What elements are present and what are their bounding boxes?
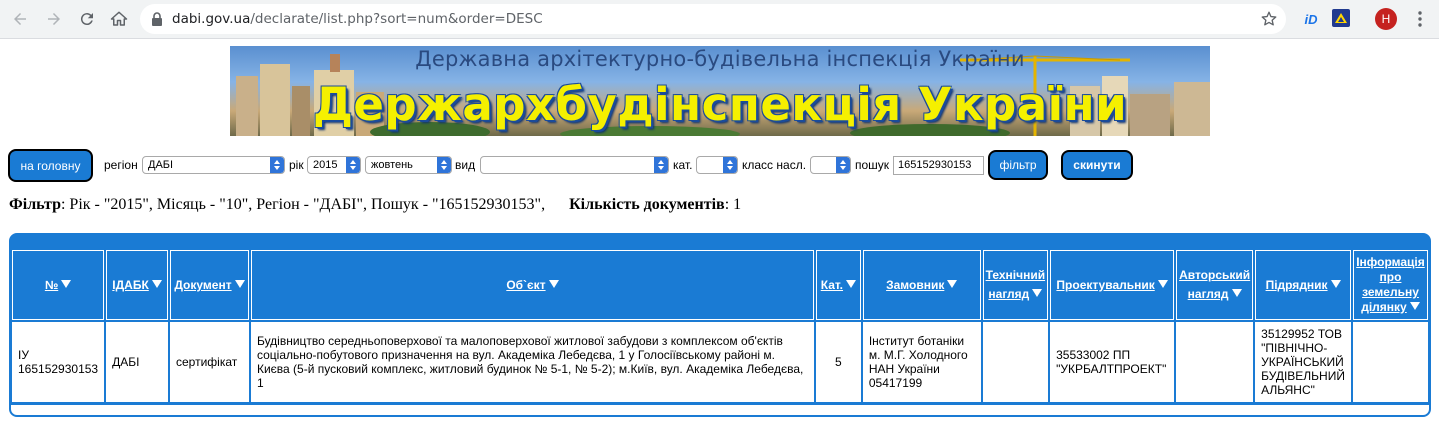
extension-id-icon[interactable]: iD <box>1300 9 1322 29</box>
address-bar[interactable]: dabi.gov.ua/declarate/list.php?sort=num&… <box>140 4 1286 34</box>
sort-arrow-icon <box>234 280 245 288</box>
kebab-menu-icon[interactable] <box>1412 9 1428 29</box>
sort-arrow-icon <box>1330 280 1341 288</box>
cell-author-supervision <box>1176 322 1254 402</box>
filter-button[interactable]: фільтр <box>988 150 1048 180</box>
banner-title: Держархбудінспекція України <box>312 78 1128 131</box>
filter-bar: на головну регіон ДАБІ рік 2015 жовтень … <box>0 148 1439 182</box>
home-button[interactable]: на головну <box>8 149 93 182</box>
table-footer <box>11 405 1429 415</box>
cell-customer: Інститут ботаніки м. М.Г. Холодного НАН … <box>862 322 981 402</box>
document-count-value: : 1 <box>724 196 742 213</box>
cell-idabk: ДАБІ <box>106 322 168 402</box>
column-header-idabk[interactable]: ІДАБК <box>106 250 168 320</box>
filter-summary: Фільтр: Рік - "2015", Місяць - "10", Рег… <box>9 196 741 214</box>
sort-arrow-icon <box>1409 302 1420 310</box>
cell-document: сертифікат <box>170 322 249 402</box>
forward-icon[interactable] <box>42 7 66 31</box>
profile-avatar[interactable]: H <box>1375 8 1397 30</box>
category-select[interactable] <box>696 156 738 174</box>
column-header-author-supervision[interactable]: Авторський нагляд <box>1176 250 1254 320</box>
url-text: dabi.gov.ua/declarate/list.php?sort=num&… <box>172 11 543 27</box>
banner-subtitle: Державна архітектурно-будівельна інспекц… <box>415 47 1025 71</box>
sort-arrow-icon <box>1157 280 1168 288</box>
results-table: № ІДАБК Документ Об`єкт Кат. Замовник Те… <box>10 248 1430 404</box>
results-table-frame: № ІДАБК Документ Об`єкт Кат. Замовник Те… <box>9 233 1431 417</box>
extension-icon[interactable] <box>1332 9 1350 27</box>
column-header-category[interactable]: Кат. <box>815 250 861 320</box>
lock-icon <box>152 12 162 26</box>
table-row: ІУ 165152930153 ДАБІ сертифікат Будівниц… <box>12 322 1428 402</box>
cell-category: 5 <box>815 322 861 402</box>
cell-number: ІУ 165152930153 <box>12 322 105 402</box>
sort-arrow-icon <box>61 280 72 288</box>
reload-icon[interactable] <box>75 7 99 31</box>
sort-arrow-icon <box>1032 289 1043 297</box>
sort-arrow-icon <box>947 280 958 288</box>
sort-arrow-icon <box>846 280 857 288</box>
home-icon[interactable] <box>107 7 131 31</box>
cell-designer: 35533002 ПП "УКРБАЛТПРОЕКТ" <box>1050 322 1175 402</box>
table-header-row: № ІДАБК Документ Об`єкт Кат. Замовник Те… <box>12 250 1428 320</box>
region-label: регіон <box>104 158 138 172</box>
column-header-object[interactable]: Об`єкт <box>250 250 814 320</box>
region-select[interactable]: ДАБІ <box>142 156 285 174</box>
column-header-designer[interactable]: Проектувальник <box>1050 250 1175 320</box>
filter-summary-text: : Рік - "2015", Місяць - "10", Регіон - … <box>60 196 546 213</box>
year-select[interactable]: 2015 <box>307 156 361 174</box>
site-banner: Державна архітектурно-будівельна інспекц… <box>230 46 1210 136</box>
filter-summary-label: Фільтр <box>9 196 61 213</box>
sort-arrow-icon <box>1231 289 1242 297</box>
reset-button[interactable]: скинути <box>1061 150 1133 180</box>
document-count-label: Кількість документів <box>569 196 725 213</box>
column-header-document[interactable]: Документ <box>170 250 249 320</box>
category-label: кат. <box>673 158 693 172</box>
class-select[interactable] <box>810 156 851 174</box>
search-input[interactable]: 165152930153 <box>893 156 984 175</box>
bookmark-star-icon[interactable] <box>1260 10 1278 28</box>
cell-contractor: 35129952 ТОВ "ПІВНІЧНО-УКРАЇНСЬКИЙ БУДІВ… <box>1255 322 1351 402</box>
column-header-customer[interactable]: Замовник <box>862 250 981 320</box>
sort-arrow-icon <box>151 280 162 288</box>
search-label: пошук <box>855 158 890 172</box>
year-label: рік <box>289 158 304 172</box>
cell-technical-supervision <box>982 322 1049 402</box>
cell-object: Будівництво середньоповерхової та малопо… <box>250 322 814 402</box>
column-header-contractor[interactable]: Підрядник <box>1255 250 1351 320</box>
column-header-technical-supervision[interactable]: Технічний нагляд <box>982 250 1049 320</box>
type-label: вид <box>455 158 476 172</box>
column-header-land-info[interactable]: Інформація про земельну ділянку <box>1352 250 1428 320</box>
class-label: класс насл. <box>742 158 807 172</box>
month-select[interactable]: жовтень <box>365 156 452 174</box>
sort-arrow-icon <box>548 280 559 288</box>
browser-toolbar: dabi.gov.ua/declarate/list.php?sort=num&… <box>0 0 1439 39</box>
type-select[interactable] <box>480 156 669 174</box>
column-header-number[interactable]: № <box>12 250 105 320</box>
back-icon[interactable] <box>8 7 32 31</box>
cell-land-info <box>1352 322 1428 402</box>
